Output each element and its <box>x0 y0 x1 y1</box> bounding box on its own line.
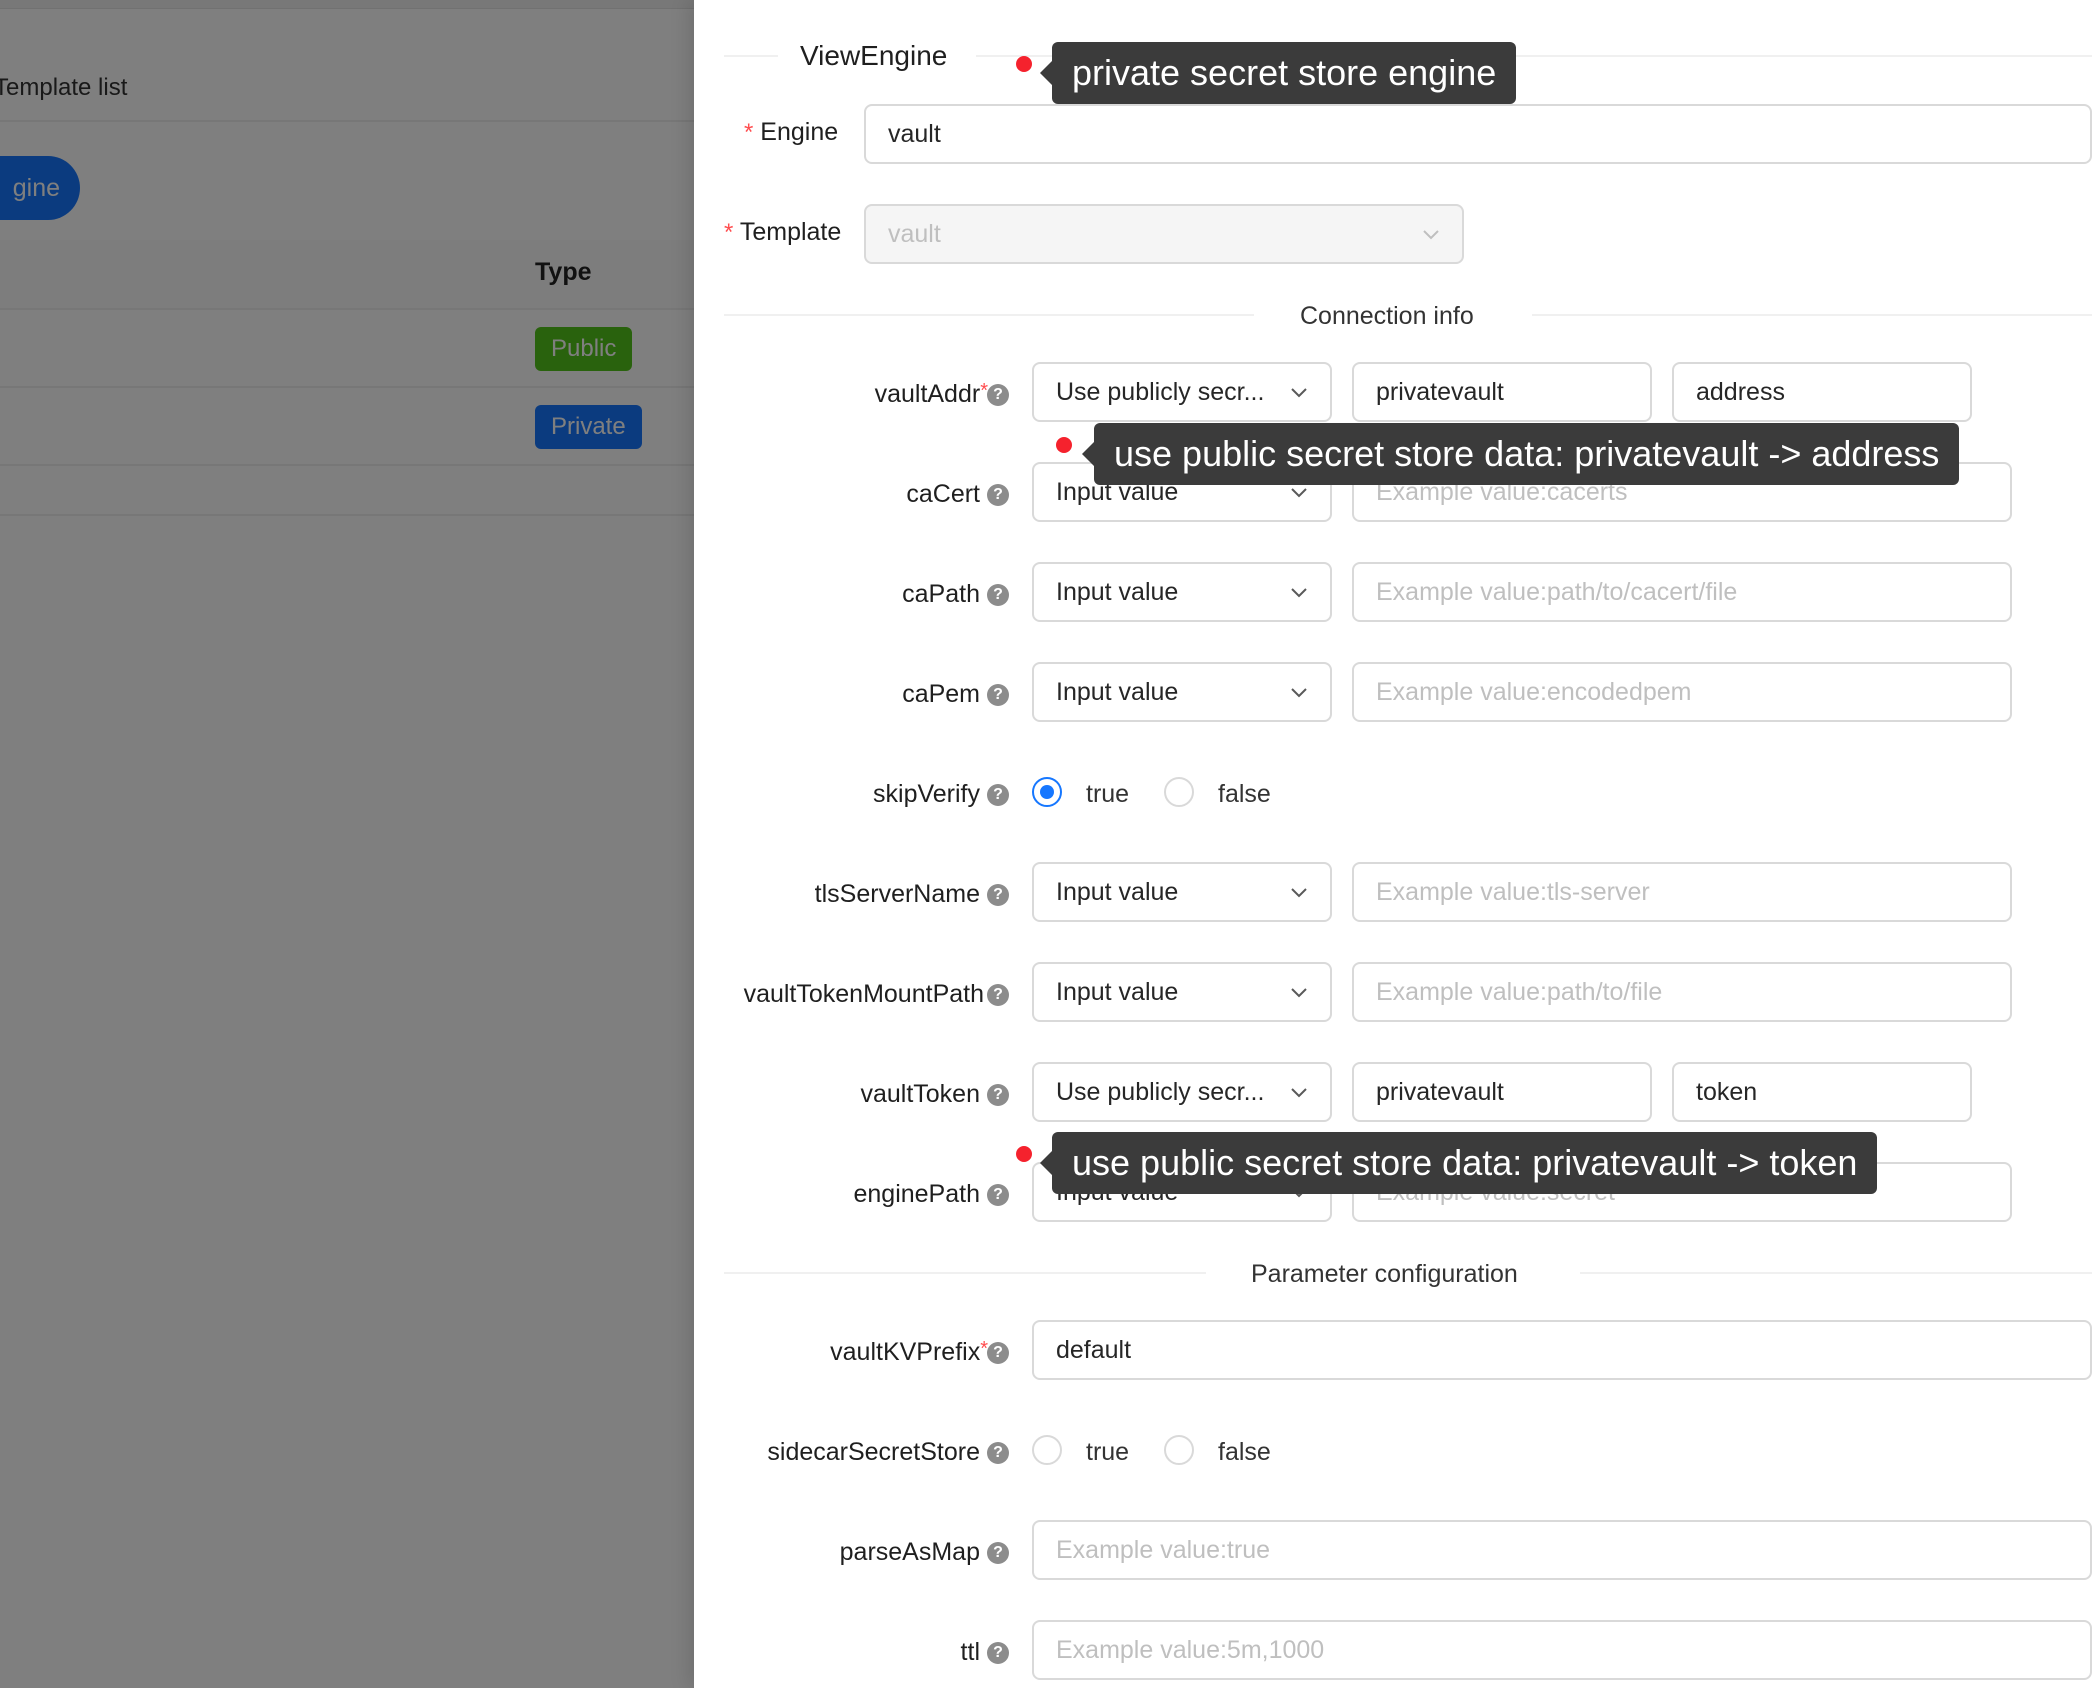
help-icon[interactable]: ? <box>987 1642 1009 1664</box>
tlsservername-input[interactable]: Example value:tls-server <box>1352 862 2012 922</box>
vaulttokenmountpath-label: vaultTokenMountPath <box>743 980 984 1008</box>
template-label: Template <box>739 218 842 246</box>
annotation-address-note: use public secret store data: privatevau… <box>1081 423 1960 485</box>
capem-input[interactable]: Example value:encodedpem <box>1352 662 2012 722</box>
vaultaddr-label-wrap: vaultAddr* <box>875 380 988 409</box>
section-divider-left <box>724 1272 1206 1274</box>
capath-label: caPath <box>902 580 980 608</box>
sidecarsecretstore-true-label: true <box>1086 1438 1130 1466</box>
cacert-label: caCert <box>906 480 980 508</box>
sidecarsecretstore-label: sidecarSecretStore <box>767 1438 980 1466</box>
modal-mask[interactable] <box>0 0 694 1688</box>
capath-mode-value: Input value <box>1056 578 1179 606</box>
section-title-parameters: Parameter configuration <box>1251 1260 1518 1288</box>
chevron-down-icon <box>1291 888 1307 898</box>
help-icon[interactable]: ? <box>987 1084 1009 1106</box>
section-divider-left <box>724 314 1254 316</box>
vaulttokenmountpath-mode-select[interactable]: Input value <box>1032 962 1332 1022</box>
vaulttoken-mode-value: Use publicly secr... <box>1056 1078 1265 1106</box>
section-title-connection: Connection info <box>1300 302 1474 330</box>
vaultkvprefix-label-wrap: vaultKVPrefix* <box>830 1338 988 1367</box>
vaulttoken-key-input[interactable]: token <box>1672 1062 1972 1122</box>
skipverify-true-label: true <box>1086 780 1130 808</box>
ttl-label: ttl <box>960 1638 980 1666</box>
skipverify-label: skipVerify <box>873 780 980 808</box>
vaulttokenmountpath-mode-value: Input value <box>1056 978 1179 1006</box>
section-divider-right <box>1532 314 2092 316</box>
chevron-down-icon <box>1291 588 1307 598</box>
vaulttoken-store-input[interactable]: privatevault <box>1352 1062 1652 1122</box>
tlsservername-mode-value: Input value <box>1056 878 1179 906</box>
sidecarsecretstore-false-label: false <box>1218 1438 1271 1466</box>
parseasmap-input[interactable]: Example value:true <box>1032 1520 2092 1580</box>
drawer-title: ViewEngine <box>800 40 948 71</box>
help-icon[interactable]: ? <box>987 584 1009 606</box>
sidecarsecretstore-radio-false[interactable] <box>1164 1435 1194 1465</box>
ttl-input[interactable]: Example value:5m,1000 <box>1032 1620 2092 1680</box>
capath-input[interactable]: Example value:path/to/cacert/file <box>1352 562 2012 622</box>
vaultaddr-store-input[interactable]: privatevault <box>1352 362 1652 422</box>
chevron-down-icon <box>1291 488 1307 498</box>
help-icon[interactable]: ? <box>987 1542 1009 1564</box>
annotation-dot <box>1016 1146 1032 1162</box>
required-mark: * <box>724 219 734 246</box>
annotation-engine-note: private secret store engine <box>1039 42 1517 104</box>
vaulttokenmountpath-input[interactable]: Example value:path/to/file <box>1352 962 2012 1022</box>
help-icon[interactable]: ? <box>987 384 1009 406</box>
help-icon[interactable]: ? <box>987 984 1009 1006</box>
engine-label-wrap: * Engine <box>744 118 838 147</box>
annotation-token-note: use public secret store data: privatevau… <box>1039 1132 1878 1194</box>
view-engine-drawer: ViewEngine * Engine vault * Template vau… <box>694 0 2092 1688</box>
skipverify-radio-true[interactable] <box>1032 777 1062 807</box>
title-divider-left <box>724 55 778 57</box>
engine-input[interactable]: vault <box>864 104 2092 164</box>
annotation-dot <box>1056 437 1072 453</box>
capem-mode-select[interactable]: Input value <box>1032 662 1332 722</box>
help-icon[interactable]: ? <box>987 1184 1009 1206</box>
chevron-down-icon <box>1423 230 1439 240</box>
skipverify-radio-false[interactable] <box>1164 777 1194 807</box>
capem-mode-value: Input value <box>1056 678 1179 706</box>
help-icon[interactable]: ? <box>987 1442 1009 1464</box>
help-icon[interactable]: ? <box>987 484 1009 506</box>
help-icon[interactable]: ? <box>987 784 1009 806</box>
vaultaddr-key-input[interactable]: address <box>1672 362 1972 422</box>
template-label-wrap: * Template <box>724 218 841 247</box>
help-icon[interactable]: ? <box>987 884 1009 906</box>
vaultkvprefix-label: vaultKVPrefix <box>830 1338 981 1366</box>
vaulttoken-mode-select[interactable]: Use publicly secr... <box>1032 1062 1332 1122</box>
chevron-down-icon <box>1291 988 1307 998</box>
engine-label: Engine <box>760 118 839 146</box>
enginepath-label: enginePath <box>853 1180 980 1208</box>
chevron-down-icon <box>1291 1088 1307 1098</box>
required-mark: * <box>744 119 754 146</box>
tlsservername-mode-select[interactable]: Input value <box>1032 862 1332 922</box>
help-icon[interactable]: ? <box>987 684 1009 706</box>
help-icon[interactable]: ? <box>987 1342 1009 1364</box>
sidecarsecretstore-radio-true[interactable] <box>1032 1435 1062 1465</box>
section-divider-right <box>1580 1272 2092 1274</box>
parseasmap-label: parseAsMap <box>839 1538 980 1566</box>
vaultaddr-mode-value: Use publicly secr... <box>1056 378 1265 406</box>
chevron-down-icon <box>1291 688 1307 698</box>
template-select-value: vault <box>888 220 941 248</box>
vaulttoken-label: vaultToken <box>860 1080 980 1108</box>
vaultkvprefix-input[interactable]: default <box>1032 1320 2092 1380</box>
annotation-dot <box>1016 56 1032 72</box>
template-select[interactable]: vault <box>864 204 1464 264</box>
capem-label: caPem <box>902 680 980 708</box>
tlsservername-label: tlsServerName <box>814 880 980 908</box>
capath-mode-select[interactable]: Input value <box>1032 562 1332 622</box>
skipverify-false-label: false <box>1218 780 1271 808</box>
vaultaddr-label: vaultAddr <box>874 380 981 408</box>
chevron-down-icon <box>1291 388 1307 398</box>
vaultaddr-mode-select[interactable]: Use publicly secr... <box>1032 362 1332 422</box>
